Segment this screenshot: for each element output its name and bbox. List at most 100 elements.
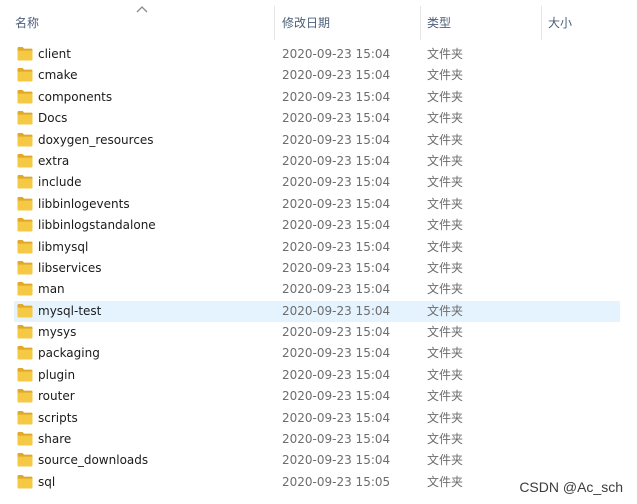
file-type: 文件夹 [427, 89, 464, 104]
file-name: share [38, 432, 72, 447]
file-name: extra [38, 153, 70, 168]
file-type: 文件夹 [427, 432, 464, 447]
file-type: 文件夹 [427, 346, 464, 361]
file-name: include [38, 175, 82, 190]
file-type: 文件夹 [427, 260, 464, 275]
file-date-modified: 2020-09-23 15:04 [282, 239, 391, 254]
file-row[interactable]: cmake 2020-09-23 15:04 文件夹 [0, 65, 637, 86]
file-name: mysql-test [38, 303, 102, 318]
file-name: libbinlogevents [38, 196, 130, 211]
file-row[interactable]: mysql-test 2020-09-23 15:04 文件夹 [0, 300, 637, 322]
file-row[interactable]: libbinlogstandalone 2020-09-23 15:04 文件夹 [0, 215, 637, 236]
column-divider[interactable] [274, 6, 275, 40]
file-row[interactable]: libservices 2020-09-23 15:04 文件夹 [0, 258, 637, 279]
file-type: 文件夹 [427, 153, 464, 168]
file-row[interactable]: packaging 2020-09-23 15:04 文件夹 [0, 343, 637, 364]
file-type: 文件夹 [427, 132, 464, 147]
file-date-modified: 2020-09-23 15:04 [282, 303, 391, 318]
folder-icon [17, 432, 33, 446]
file-name: components [38, 89, 113, 104]
folder-icon [17, 68, 33, 82]
file-name: source_downloads [38, 453, 149, 468]
file-name: scripts [38, 410, 78, 425]
file-date-modified: 2020-09-23 15:04 [282, 68, 391, 83]
file-row[interactable]: router 2020-09-23 15:04 文件夹 [0, 386, 637, 407]
file-name: man [38, 282, 65, 297]
column-divider[interactable] [420, 6, 421, 40]
file-date-modified: 2020-09-23 15:04 [282, 111, 391, 126]
file-type: 文件夹 [427, 47, 464, 61]
file-type: 文件夹 [427, 367, 464, 382]
file-row[interactable]: share 2020-09-23 15:04 文件夹 [0, 429, 637, 450]
file-row[interactable]: scripts 2020-09-23 15:04 文件夹 [0, 408, 637, 429]
file-name: libbinlogstandalone [38, 218, 156, 233]
file-row[interactable]: man 2020-09-23 15:04 文件夹 [0, 279, 637, 300]
folder-icon [17, 260, 33, 275]
file-date-modified: 2020-09-23 15:05 [282, 474, 391, 489]
folder-icon [17, 89, 33, 104]
folder-icon [17, 325, 33, 339]
column-header-date-modified[interactable]: 修改日期 [282, 0, 418, 40]
watermark: CSDN @Ac_sch [519, 479, 623, 495]
file-date-modified: 2020-09-23 15:04 [282, 325, 391, 340]
file-name: sql [38, 474, 56, 489]
column-divider[interactable] [541, 6, 542, 40]
folder-icon [17, 153, 33, 168]
file-row[interactable]: extra 2020-09-23 15:04 文件夹 [0, 151, 637, 172]
file-type: 文件夹 [427, 474, 464, 489]
file-type: 文件夹 [427, 196, 464, 211]
folder-icon [17, 367, 33, 382]
file-date-modified: 2020-09-23 15:04 [282, 282, 391, 297]
file-date-modified: 2020-09-23 15:04 [282, 432, 391, 447]
file-row[interactable]: include 2020-09-23 15:04 文件夹 [0, 172, 637, 193]
file-row[interactable]: Docs 2020-09-23 15:04 文件夹 [0, 108, 637, 129]
file-name: libservices [38, 260, 102, 275]
folder-icon [17, 175, 33, 189]
file-type: 文件夹 [427, 218, 464, 233]
file-type: 文件夹 [427, 282, 464, 297]
folder-icon [17, 47, 33, 61]
column-header-bar: 名称 修改日期 类型 大小 [0, 0, 637, 40]
file-explorer: 名称 修改日期 类型 大小 client 2020-09-23 15:04 文件… [0, 0, 637, 504]
file-type: 文件夹 [427, 111, 464, 126]
file-date-modified: 2020-09-23 15:04 [282, 196, 391, 211]
folder-icon [17, 132, 33, 147]
file-name: cmake [38, 68, 78, 83]
file-date-modified: 2020-09-23 15:04 [282, 389, 391, 404]
file-type: 文件夹 [427, 68, 464, 83]
file-row[interactable]: source_downloads 2020-09-23 15:04 文件夹 [0, 450, 637, 471]
file-date-modified: 2020-09-23 15:04 [282, 132, 391, 147]
file-row[interactable]: components 2020-09-23 15:04 文件夹 [0, 87, 637, 108]
column-header-name[interactable]: 名称 [15, 0, 270, 40]
file-name: libmysql [38, 239, 89, 254]
file-name: router [38, 389, 75, 404]
file-date-modified: 2020-09-23 15:04 [282, 153, 391, 168]
file-row[interactable]: libbinlogevents 2020-09-23 15:04 文件夹 [0, 194, 637, 215]
file-type: 文件夹 [427, 410, 464, 425]
file-date-modified: 2020-09-23 15:04 [282, 175, 391, 190]
file-type: 文件夹 [427, 453, 464, 468]
file-list: client 2020-09-23 15:04 文件夹 cmake 2020-0… [0, 44, 637, 493]
file-date-modified: 2020-09-23 15:04 [282, 89, 391, 104]
file-date-modified: 2020-09-23 15:04 [282, 453, 391, 468]
file-type: 文件夹 [427, 325, 464, 340]
file-row[interactable]: plugin 2020-09-23 15:04 文件夹 [0, 365, 637, 386]
folder-icon [17, 453, 33, 467]
file-name: mysys [38, 325, 77, 340]
file-name: plugin [38, 367, 76, 382]
file-type: 文件夹 [427, 239, 464, 254]
folder-icon [17, 239, 33, 254]
column-header-size[interactable]: 大小 [548, 0, 628, 40]
file-row[interactable]: client 2020-09-23 15:04 文件夹 [0, 44, 637, 65]
column-header-type[interactable]: 类型 [427, 0, 539, 40]
file-date-modified: 2020-09-23 15:04 [282, 47, 391, 61]
file-row[interactable]: doxygen_resources 2020-09-23 15:04 文件夹 [0, 130, 637, 151]
folder-icon [17, 474, 33, 489]
folder-icon [17, 410, 33, 425]
file-date-modified: 2020-09-23 15:04 [282, 346, 391, 361]
file-type: 文件夹 [427, 389, 464, 404]
file-name: doxygen_resources [38, 132, 154, 147]
file-row[interactable]: mysys 2020-09-23 15:04 文件夹 [0, 322, 637, 343]
file-date-modified: 2020-09-23 15:04 [282, 260, 391, 275]
file-row[interactable]: libmysql 2020-09-23 15:04 文件夹 [0, 237, 637, 258]
